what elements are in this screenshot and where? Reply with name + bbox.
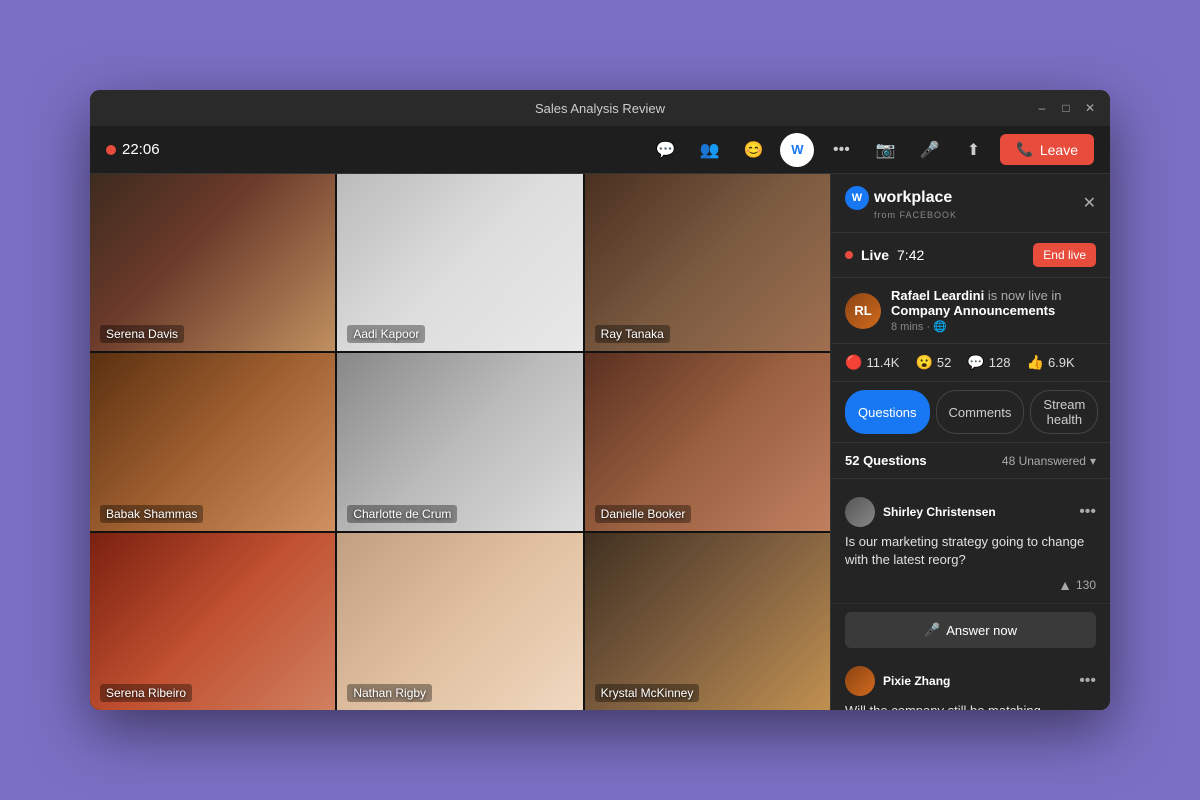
- question-card-1: Shirley Christensen ••• Is our marketing…: [831, 487, 1110, 604]
- workplace-button[interactable]: W: [780, 133, 814, 167]
- video-cell-7: Serena Ribeiro: [90, 533, 335, 710]
- live-time: 7:42: [897, 247, 924, 263]
- questions-header: 52 Questions 48 Unanswered ▾: [831, 443, 1110, 479]
- live-label: Live: [861, 247, 889, 263]
- video-cell-8: Nathan Rigby: [337, 533, 582, 710]
- reactions-button[interactable]: 😊: [736, 133, 770, 167]
- panel-close-button[interactable]: ✕: [1083, 193, 1096, 213]
- q-footer-1: ▲ 130: [845, 577, 1096, 593]
- upvote-icon-1[interactable]: ▲: [1058, 577, 1072, 593]
- participant-name-2: Aadi Kapoor: [347, 325, 425, 343]
- topbar: 22:06 💬 👥 😊 W ••• 📷 🎤 ⬆ 📞 Leave: [90, 126, 1110, 174]
- window-title: Sales Analysis Review: [535, 101, 665, 116]
- more-button[interactable]: •••: [824, 133, 858, 167]
- q-author-1: Shirley Christensen: [883, 505, 1071, 519]
- questions-count: 52 Questions: [845, 453, 927, 468]
- panel-header: W workplace from FACEBOOK ✕: [831, 174, 1110, 233]
- share-button[interactable]: ⬆: [956, 133, 990, 167]
- q-more-button-1[interactable]: •••: [1079, 503, 1096, 521]
- tab-questions[interactable]: Questions: [845, 390, 930, 434]
- stat-views-count: 11.4K: [866, 355, 899, 370]
- streamer-name: Rafael Leardini is now live in Company A…: [891, 288, 1096, 318]
- vote-count-1: 130: [1076, 578, 1096, 592]
- wp-sub: from FACEBOOK: [874, 210, 957, 220]
- questions-list: Shirley Christensen ••• Is our marketing…: [831, 479, 1110, 710]
- stat-views: 🔴 11.4K: [845, 354, 899, 371]
- q-text-1: Is our marketing strategy going to chang…: [845, 533, 1096, 569]
- streamer-info: RL Rafael Leardini is now live in Compan…: [831, 278, 1110, 344]
- answer-now-button-1[interactable]: 🎤 Answer now: [845, 612, 1096, 648]
- workplace-logo: W workplace from FACEBOOK: [845, 186, 957, 220]
- q-avatar-1: [845, 497, 875, 527]
- tab-bar: Questions Comments Stream health: [831, 382, 1110, 443]
- video-cell-6: Danielle Booker: [585, 353, 830, 530]
- video-cell-5: Charlotte de Crum: [337, 353, 582, 530]
- tab-comments[interactable]: Comments: [936, 390, 1025, 434]
- participant-name-7: Serena Ribeiro: [100, 684, 192, 702]
- stat-likes-count: 6.9K: [1048, 355, 1075, 370]
- video-grid: Serena Davis Aadi Kapoor Ray Tanaka Baba…: [90, 174, 830, 710]
- record-dot: [106, 145, 116, 155]
- q-more-button-2[interactable]: •••: [1079, 672, 1096, 690]
- streamer-details: Rafael Leardini is now live in Company A…: [891, 288, 1096, 333]
- call-timer: 22:06: [106, 141, 160, 158]
- video-cell-9: Krystal McKinney: [585, 533, 830, 710]
- mic-icon: 🎤: [924, 622, 940, 638]
- wp-name: workplace: [874, 189, 952, 207]
- maximize-button[interactable]: □: [1058, 101, 1074, 115]
- video-cell-4: Babak Shammas: [90, 353, 335, 530]
- wp-icon: W: [845, 186, 869, 210]
- topbar-controls: 💬 👥 😊 W ••• 📷 🎤 ⬆ 📞 Leave: [648, 133, 1094, 167]
- phone-icon: 📞: [1016, 141, 1033, 158]
- sidebar-panel: W workplace from FACEBOOK ✕ Live 7:42 En…: [830, 174, 1110, 710]
- stat-likes: 👍 6.9K: [1027, 354, 1075, 371]
- participant-name-9: Krystal McKinney: [595, 684, 700, 702]
- close-button[interactable]: ✕: [1082, 101, 1098, 115]
- chat-button[interactable]: 💬: [648, 133, 682, 167]
- participant-name-6: Danielle Booker: [595, 505, 692, 523]
- end-live-button[interactable]: End live: [1033, 243, 1096, 267]
- camera-button[interactable]: 📷: [868, 133, 902, 167]
- live-indicator: [845, 251, 853, 259]
- tab-stream-health[interactable]: Stream health: [1030, 390, 1098, 434]
- leave-button[interactable]: 📞 Leave: [1000, 134, 1094, 165]
- main-window: Sales Analysis Review – □ ✕ 22:06 💬 👥 😊 …: [90, 90, 1110, 710]
- unanswered-filter[interactable]: 48 Unanswered ▾: [1002, 454, 1096, 468]
- question-card-2: Pixie Zhang ••• Will the company still b…: [831, 656, 1110, 710]
- participant-name-4: Babak Shammas: [100, 505, 203, 523]
- participant-name-1: Serena Davis: [100, 325, 184, 343]
- stat-wow: 😮 52: [915, 354, 951, 371]
- participant-name-8: Nathan Rigby: [347, 684, 432, 702]
- people-button[interactable]: 👥: [692, 133, 726, 167]
- streamer-meta: 8 mins · 🌐: [891, 320, 1096, 333]
- window-controls: – □ ✕: [1034, 101, 1098, 115]
- stat-comments-count: 128: [989, 355, 1011, 370]
- video-cell-2: Aadi Kapoor: [337, 174, 582, 351]
- participant-name-3: Ray Tanaka: [595, 325, 670, 343]
- q-text-2: Will the company still be matching emplo…: [845, 702, 1096, 710]
- streamer-avatar: RL: [845, 293, 881, 329]
- participant-name-5: Charlotte de Crum: [347, 505, 457, 523]
- titlebar: Sales Analysis Review – □ ✕: [90, 90, 1110, 126]
- q-author-2: Pixie Zhang: [883, 674, 1071, 688]
- chevron-down-icon: ▾: [1090, 454, 1096, 468]
- video-cell-1: Serena Davis: [90, 174, 335, 351]
- main-content: Serena Davis Aadi Kapoor Ray Tanaka Baba…: [90, 174, 1110, 710]
- stats-row: 🔴 11.4K 😮 52 💬 128 👍 6.9K: [831, 344, 1110, 382]
- live-bar: Live 7:42 End live: [831, 233, 1110, 278]
- q-avatar-2: [845, 666, 875, 696]
- minimize-button[interactable]: –: [1034, 101, 1050, 115]
- stat-wow-count: 52: [937, 355, 951, 370]
- mic-button[interactable]: 🎤: [912, 133, 946, 167]
- video-cell-3: Ray Tanaka: [585, 174, 830, 351]
- q-card-header-1: Shirley Christensen •••: [845, 497, 1096, 527]
- q-votes-1: ▲ 130: [1058, 577, 1096, 593]
- stat-comments: 💬 128: [967, 354, 1010, 371]
- q-card-header-2: Pixie Zhang •••: [845, 666, 1096, 696]
